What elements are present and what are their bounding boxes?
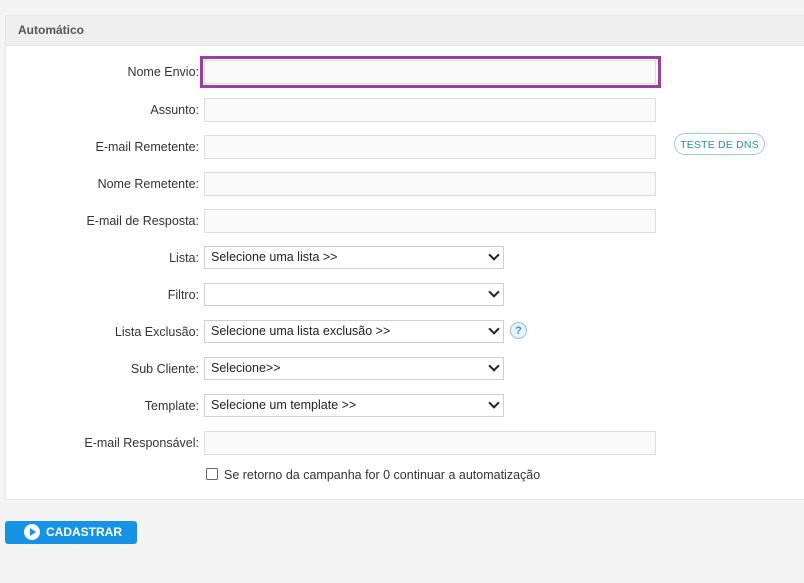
email-resposta-input[interactable] (204, 209, 656, 233)
filtro-select[interactable] (204, 283, 504, 306)
row-sub-cliente: Sub Cliente: Selecione>> (6, 357, 804, 381)
row-template: Template: Selecione um template >> (6, 394, 804, 418)
lista-select[interactable]: Selecione uma lista >> (204, 246, 504, 269)
chevron-down-icon (488, 397, 500, 409)
lista-exclusao-selected-value: Selecione uma lista exclusão >> (211, 324, 391, 338)
chevron-down-icon (488, 249, 500, 261)
continue-automation-checkbox[interactable] (206, 468, 218, 480)
automatico-panel: Automático Nome Envio: Assunto: E-mail R… (5, 15, 804, 500)
email-remetente-label: E-mail Remetente: (95, 140, 199, 154)
row-filtro: Filtro: (6, 283, 804, 307)
filtro-label: Filtro: (167, 288, 199, 302)
play-icon (24, 524, 40, 540)
row-lista: Lista: Selecione uma lista >> (6, 246, 804, 270)
panel-title: Automático (6, 16, 804, 46)
lista-exclusao-label: Lista Exclusão: (114, 325, 199, 339)
nome-remetente-input[interactable] (204, 172, 656, 196)
chevron-down-icon (488, 286, 500, 298)
help-icon[interactable]: ? (510, 322, 527, 339)
lista-exclusao-select[interactable]: Selecione uma lista exclusão >> (204, 320, 504, 343)
row-lista-exclusao: Lista Exclusão: Selecione uma lista excl… (6, 320, 804, 344)
teste-dns-button[interactable]: TESTE DE DNS (674, 133, 765, 155)
lista-label: Lista: (169, 251, 199, 265)
template-select[interactable]: Selecione um template >> (204, 394, 504, 417)
row-nome-remetente: Nome Remetente: (6, 172, 804, 196)
continue-automation-label: Se retorno da campanha for 0 continuar a… (224, 468, 541, 482)
nome-remetente-label: Nome Remetente: (97, 177, 199, 191)
email-resposta-label: E-mail de Resposta: (86, 214, 199, 228)
sub-cliente-select[interactable]: Selecione>> (204, 357, 504, 380)
template-selected-value: Selecione um template >> (211, 398, 357, 412)
email-remetente-input[interactable] (204, 135, 656, 159)
template-label: Template: (144, 399, 199, 413)
lista-selected-value: Selecione uma lista >> (211, 250, 338, 264)
assunto-input[interactable] (204, 98, 656, 122)
sub-cliente-selected-value: Selecione>> (211, 361, 281, 375)
email-responsavel-input[interactable] (204, 431, 656, 455)
cadastrar-button[interactable]: CADASTRAR (5, 521, 137, 544)
nome-envio-input[interactable] (204, 60, 656, 84)
row-email-resposta: E-mail de Resposta: (6, 209, 804, 233)
row-assunto: Assunto: (6, 98, 804, 122)
row-email-remetente: E-mail Remetente: TESTE DE DNS (6, 133, 804, 159)
row-nome-envio: Nome Envio: (6, 56, 804, 88)
email-responsavel-label: E-mail Responsável: (84, 436, 199, 450)
nome-envio-label: Nome Envio: (127, 65, 199, 79)
sub-cliente-label: Sub Cliente: (130, 362, 199, 376)
row-email-responsavel: E-mail Responsável: (6, 431, 804, 455)
assunto-label: Assunto: (150, 103, 199, 117)
cadastrar-label: CADASTRAR (46, 525, 122, 539)
chevron-down-icon (488, 360, 500, 372)
chevron-down-icon (488, 323, 500, 335)
